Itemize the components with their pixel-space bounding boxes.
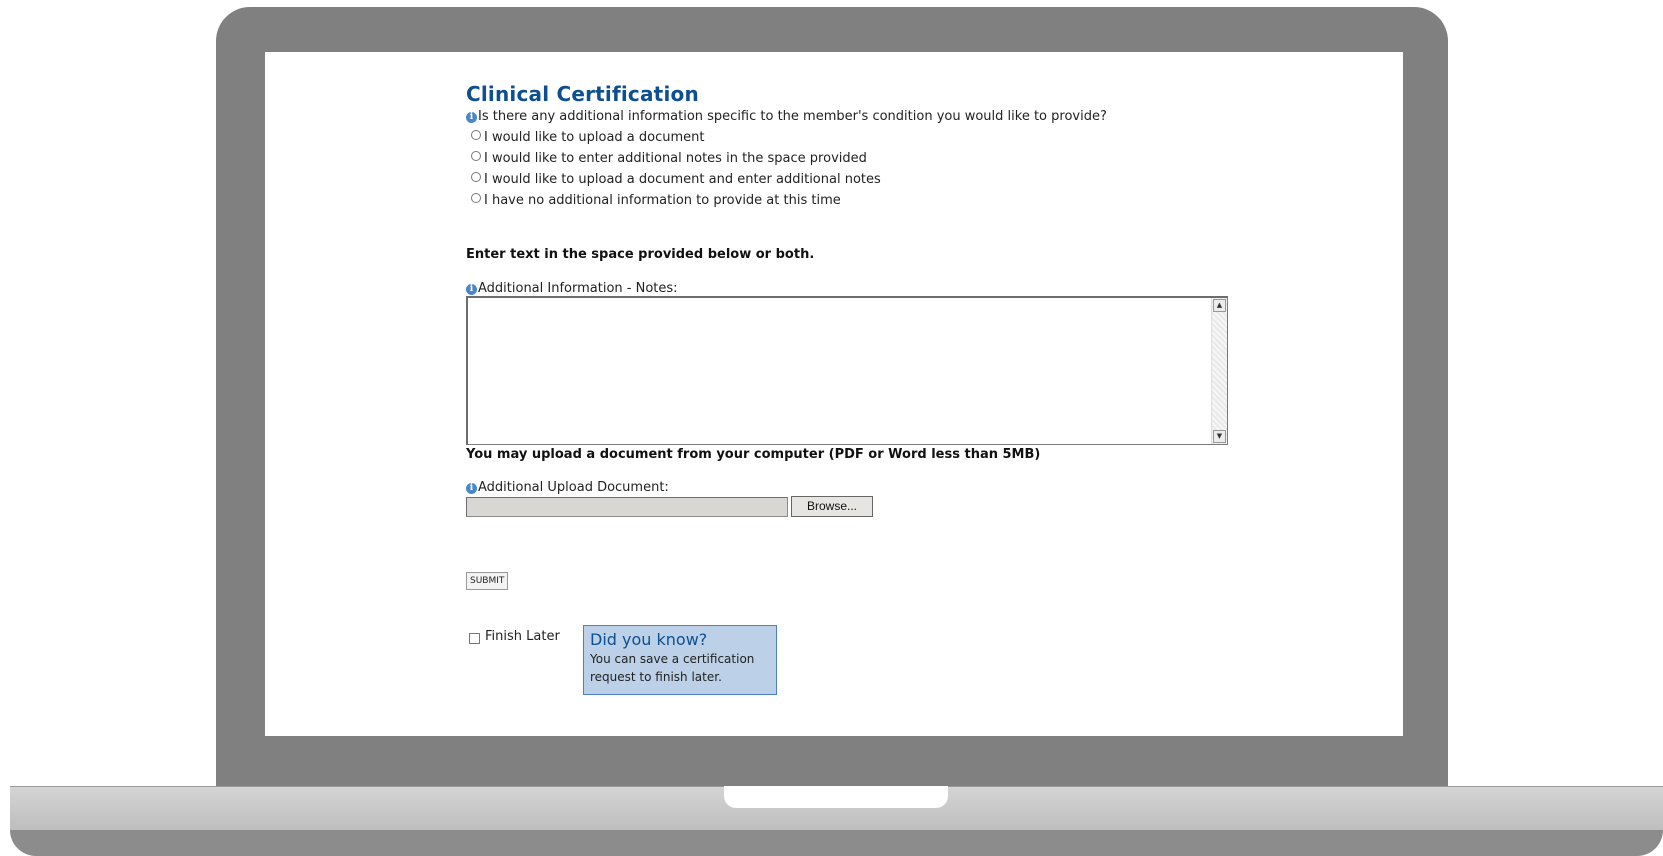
finish-later-row: Finish Later Did you know? You can save … <box>466 625 1266 697</box>
radio-button[interactable] <box>471 129 481 140</box>
browse-button[interactable]: Browse... <box>791 496 873 517</box>
notes-scrollbar[interactable]: ▲ ▼ <box>1211 298 1227 444</box>
option-label: I would like to upload a document and en… <box>484 172 881 187</box>
notes-label: Additional Information - Notes: <box>478 281 678 296</box>
screen: Clinical Certification i Is there any add… <box>265 52 1403 736</box>
upload-label: Additional Upload Document: <box>478 480 669 495</box>
option-label: I would like to upload a document <box>484 130 705 145</box>
option-label: I have no additional information to prov… <box>484 193 841 208</box>
scroll-down-arrow-icon[interactable]: ▼ <box>1213 430 1226 443</box>
notes-label-row: i Additional Information - Notes: <box>466 281 1266 296</box>
file-path-input[interactable] <box>466 496 788 517</box>
upload-label-row: i Additional Upload Document: <box>466 480 1266 495</box>
laptop-base <box>10 786 1663 856</box>
tip-title: Did you know? <box>590 630 708 649</box>
finish-later-checkbox[interactable] <box>469 633 480 644</box>
option-upload-and-notes[interactable]: I would like to upload a document and en… <box>466 169 1266 190</box>
page-title: Clinical Certification <box>466 82 699 106</box>
radio-button[interactable] <box>471 171 481 182</box>
upload-instruction: You may upload a document from your comp… <box>466 447 1041 462</box>
radio-button[interactable] <box>471 150 481 161</box>
option-no-additional-info[interactable]: I have no additional information to prov… <box>466 190 1266 211</box>
option-enter-notes[interactable]: I would like to enter additional notes i… <box>466 148 1266 169</box>
option-label: I would like to enter additional notes i… <box>484 151 867 166</box>
option-upload-document[interactable]: I would like to upload a document <box>466 127 1266 148</box>
question-text: Is there any additional information spec… <box>478 109 1107 124</box>
info-icon[interactable]: i <box>466 284 477 295</box>
clinical-certification-form: Clinical Certification i Is there any add… <box>466 82 1266 697</box>
scroll-up-arrow-icon[interactable]: ▲ <box>1213 299 1226 312</box>
laptop-base-bottom <box>10 830 1663 856</box>
info-icon[interactable]: i <box>466 483 477 494</box>
radio-button[interactable] <box>471 192 481 203</box>
did-you-know-tip: Did you know? You can save a certificati… <box>583 625 777 695</box>
additional-info-question: i Is there any additional information spe… <box>466 107 1266 127</box>
additional-notes-textarea[interactable]: ▲ ▼ <box>466 296 1228 445</box>
submit-button[interactable]: SUBMIT <box>466 572 509 590</box>
enter-text-instruction: Enter text in the space provided below o… <box>466 247 815 262</box>
file-upload-control: Browse... <box>466 496 1266 517</box>
info-icon[interactable]: i <box>466 112 477 123</box>
finish-later-label[interactable]: Finish Later <box>485 629 560 644</box>
laptop-notch <box>724 786 948 808</box>
tip-body: You can save a certification request to … <box>590 652 755 684</box>
